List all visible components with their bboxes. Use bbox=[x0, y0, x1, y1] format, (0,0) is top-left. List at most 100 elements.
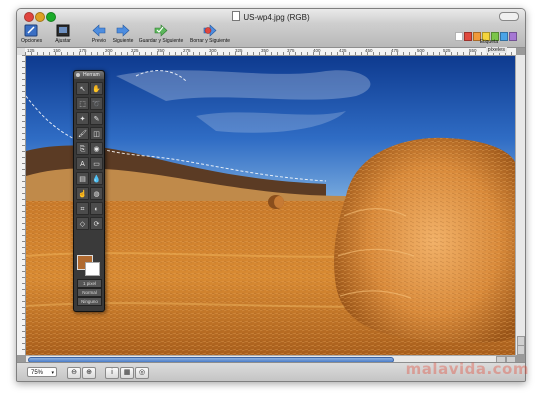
options-label: Opciones bbox=[21, 38, 43, 44]
title-bar: US-wp4.jpg (RGB) bbox=[17, 9, 525, 23]
text-icon: A bbox=[80, 161, 85, 168]
thumbnail-button[interactable]: ▦ bbox=[120, 367, 134, 379]
bucket-icon: ◉ bbox=[93, 146, 100, 153]
adjust-label: Ajustar bbox=[55, 38, 71, 44]
blur-tool[interactable]: ◍ bbox=[90, 187, 103, 200]
save-next-icon bbox=[154, 24, 168, 37]
label-button[interactable]: Etiqueta bbox=[477, 39, 501, 45]
label-color-swatches bbox=[455, 28, 525, 59]
bucket-tool[interactable]: ◉ bbox=[90, 142, 103, 155]
mode-select[interactable]: Normal bbox=[77, 288, 102, 297]
tools-palette[interactable]: Herram ↖ ✋ ⬚ ➰ ✦ ✎ 🖌 ◫ ⎘ ◉ A ▭ ▤ 💧 ☝ ◍ ⌗ ◐ ◇ ⟳ 1 pixel Norm… bbox=[73, 70, 105, 312]
gradient-tool[interactable]: ▤ bbox=[76, 172, 89, 185]
horizontal-ruler: píxeles 125 150 175 200 225 250 275 300 325 350 37… bbox=[25, 47, 516, 56]
delete-next-button[interactable]: Borrar y Siguiente bbox=[187, 24, 233, 44]
zoom-out-button[interactable]: ⊖ bbox=[67, 367, 81, 379]
window-title-wrap: US-wp4.jpg (RGB) bbox=[17, 11, 525, 22]
label-color-purple[interactable] bbox=[509, 32, 517, 41]
zoom-select[interactable]: 75% ▾ bbox=[27, 367, 57, 377]
sharpen-icon: ◇ bbox=[79, 221, 86, 228]
zoom-in-icon: ⊕ bbox=[86, 369, 92, 376]
ruler-number: 200 bbox=[105, 48, 113, 53]
save-next-label: Guardar y Siguiente bbox=[138, 38, 184, 44]
dodge-icon: ◐ bbox=[94, 206, 99, 213]
toolbar-toggle-button[interactable] bbox=[499, 12, 519, 21]
shape-tool[interactable]: ▭ bbox=[90, 157, 103, 170]
magic-wand-icon: ✦ bbox=[79, 116, 86, 123]
ruler-number: 325 bbox=[235, 48, 243, 53]
crop-tool[interactable]: ⌗ bbox=[76, 202, 89, 215]
arrow-icon: ↖ bbox=[79, 86, 86, 93]
clone-icon: ⎘ bbox=[79, 146, 86, 153]
ruler-number: 375 bbox=[287, 48, 295, 53]
dodge-tool[interactable]: ◐ bbox=[90, 202, 103, 215]
label-color-none[interactable] bbox=[455, 32, 463, 41]
crop-icon: ⌗ bbox=[80, 206, 85, 213]
ruler-unit-label[interactable]: píxeles bbox=[485, 47, 507, 53]
zoom-value: 75% bbox=[31, 370, 44, 376]
forward-arrow-icon bbox=[116, 24, 130, 37]
vertical-scrollbar[interactable] bbox=[515, 55, 525, 355]
label-color-blue[interactable] bbox=[500, 32, 508, 41]
lasso-icon: ➰ bbox=[92, 101, 101, 108]
marquee-tool[interactable]: ⬚ bbox=[76, 97, 89, 110]
previous-label: Previo bbox=[91, 38, 107, 44]
app-window: US-wp4.jpg (RGB) Opciones Ajustar Previo bbox=[16, 8, 526, 382]
next-button[interactable]: Siguiente bbox=[111, 24, 135, 44]
options-icon bbox=[24, 24, 38, 37]
window-title: US-wp4.jpg (RGB) bbox=[243, 13, 310, 22]
info-icon: i bbox=[111, 369, 113, 376]
save-next-button[interactable]: Guardar y Siguiente bbox=[137, 24, 185, 44]
delete-next-label: Borrar y Siguiente bbox=[189, 38, 231, 44]
brush-icon: 🖌 bbox=[78, 131, 87, 138]
ruler-number: 500 bbox=[417, 48, 425, 53]
palette-close-button[interactable] bbox=[76, 73, 80, 77]
sharpen-tool[interactable]: ◇ bbox=[76, 217, 89, 230]
smudge-tool[interactable]: ☝ bbox=[76, 187, 89, 200]
lasso-tool[interactable]: ➰ bbox=[90, 97, 103, 110]
background-color-swatch[interactable] bbox=[85, 262, 100, 276]
ruler-number: 450 bbox=[365, 48, 373, 53]
image-icon: ▦ bbox=[123, 369, 131, 376]
brush-size-field[interactable]: 1 pixel bbox=[77, 279, 102, 288]
arrow-tool[interactable]: ↖ bbox=[76, 82, 89, 95]
watermark: malavida.com bbox=[405, 360, 529, 378]
pencil-icon: ✎ bbox=[93, 116, 100, 123]
palette-title-bar[interactable]: Herram bbox=[74, 71, 104, 79]
ruler-number: 250 bbox=[157, 48, 165, 53]
text-tool[interactable]: A bbox=[76, 157, 89, 170]
zoom-in-button[interactable]: ⊕ bbox=[82, 367, 96, 379]
globe-button[interactable]: ◎ bbox=[135, 367, 149, 379]
ruler-number: 275 bbox=[183, 48, 191, 53]
magic-wand-tool[interactable]: ✦ bbox=[76, 112, 89, 125]
ruler-number: 175 bbox=[79, 48, 87, 53]
clone-tool[interactable]: ⎘ bbox=[76, 142, 89, 155]
eraser-tool[interactable]: ◫ bbox=[90, 127, 103, 140]
back-arrow-icon bbox=[92, 24, 106, 37]
hand-tool[interactable]: ✋ bbox=[90, 82, 103, 95]
options-button[interactable]: Opciones bbox=[21, 24, 43, 44]
brush-tool[interactable]: 🖌 bbox=[76, 127, 89, 140]
pencil-tool[interactable]: ✎ bbox=[90, 112, 103, 125]
blend-select[interactable]: Ninguno bbox=[77, 297, 102, 306]
canvas-area: píxeles 125 150 175 200 225 250 275 300 325 350 37… bbox=[17, 47, 525, 364]
ruler-number: 475 bbox=[391, 48, 399, 53]
ruler-number: 150 bbox=[53, 48, 61, 53]
palette-title: Herram bbox=[83, 72, 100, 78]
eraser-icon: ◫ bbox=[93, 131, 100, 138]
eyedropper-icon: 💧 bbox=[92, 176, 101, 183]
adjust-icon bbox=[56, 24, 70, 37]
ruler-number: 400 bbox=[313, 48, 321, 53]
hand-icon: ✋ bbox=[92, 86, 101, 93]
info-button[interactable]: i bbox=[105, 367, 119, 379]
eyedropper-tool[interactable]: 💧 bbox=[90, 172, 103, 185]
gradient-icon: ▤ bbox=[79, 176, 86, 183]
ruler-number: 300 bbox=[209, 48, 217, 53]
previous-button[interactable]: Previo bbox=[89, 24, 109, 44]
label-color-red[interactable] bbox=[464, 32, 472, 41]
rotate-tool[interactable]: ⟳ bbox=[90, 217, 103, 230]
adjust-button[interactable]: Ajustar bbox=[53, 24, 73, 44]
scroll-down-arrow[interactable] bbox=[517, 345, 525, 355]
ruler-number: 350 bbox=[261, 48, 269, 53]
delete-next-icon bbox=[203, 24, 217, 37]
